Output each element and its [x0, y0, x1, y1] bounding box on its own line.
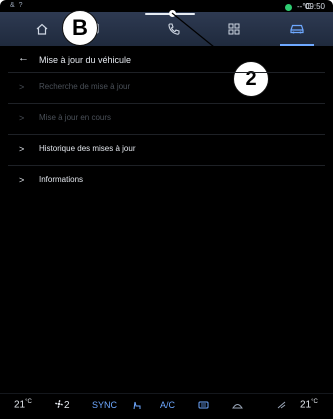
climate-bar: 21°C 2 SYNC A/C 21°C — [0, 393, 333, 419]
menu-item-label: Informations — [39, 175, 84, 184]
infotainment-screen: & ? --°C 09:50 B 2 ← Mise à jour du véhi… — [0, 0, 333, 419]
rear-defrost-button[interactable] — [198, 400, 209, 413]
menu-item-label: Historique des mises à jour — [39, 144, 136, 153]
airflow-button[interactable] — [276, 400, 287, 413]
sync-button[interactable]: SYNC — [92, 400, 117, 410]
menu-item-update-history[interactable]: > Historique des mises à jour — [8, 135, 325, 166]
back-button[interactable]: ← — [18, 52, 29, 64]
front-defrost-icon — [232, 404, 243, 409]
callout-label-b: B — [62, 10, 98, 46]
driver-temperature-unit: °C — [25, 399, 32, 405]
chevron-right-icon: > — [19, 82, 25, 92]
ac-button[interactable]: A/C — [160, 400, 175, 410]
driver-temperature[interactable]: 21°C — [14, 399, 32, 410]
chevron-right-icon: > — [19, 175, 25, 185]
main-content: ← Mise à jour du véhicule > Recherche de… — [8, 48, 325, 388]
airflow-icon — [277, 401, 286, 409]
menu-item-update-in-progress[interactable]: > Mise à jour en cours — [8, 104, 325, 135]
menu-item-information[interactable]: > Informations — [8, 166, 325, 196]
seat-heat-button[interactable] — [132, 400, 142, 413]
rear-defrost-icon — [198, 401, 209, 409]
driver-temperature-value: 21 — [14, 399, 26, 411]
menu-item-search-update[interactable]: > Recherche de mise à jour — [8, 73, 325, 104]
passenger-temperature[interactable]: 21°C — [300, 399, 318, 410]
front-defrost-button[interactable] — [232, 400, 243, 413]
page-header: ← Mise à jour du véhicule — [8, 52, 325, 72]
passenger-temperature-unit: °C — [311, 399, 318, 405]
passenger-temperature-value: 21 — [300, 399, 312, 411]
chevron-right-icon: > — [19, 113, 25, 123]
chevron-right-icon: > — [19, 144, 25, 154]
fan-speed-value: 2 — [64, 400, 70, 411]
page-title: Mise à jour du véhicule — [39, 55, 132, 65]
fan-speed[interactable]: 2 — [54, 399, 70, 411]
seat-heat-icon — [133, 401, 141, 410]
menu-item-label: Recherche de mise à jour — [39, 82, 131, 91]
fan-icon — [55, 400, 63, 408]
menu-item-label: Mise à jour en cours — [39, 113, 112, 122]
